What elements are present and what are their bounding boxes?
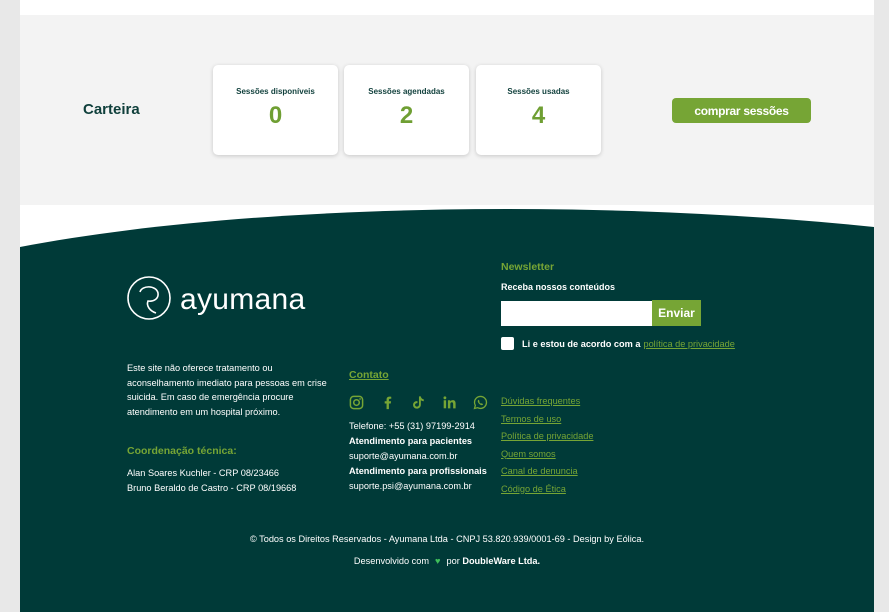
- dev-company[interactable]: DoubleWare Ltda.: [462, 556, 540, 566]
- coord-names: Alan Soares Kuchler - CRP 08/23466 Bruno…: [127, 466, 296, 496]
- footer-links: Dúvidas frequentes Termos de uso Polític…: [501, 393, 593, 498]
- coord-name: Alan Soares Kuchler - CRP 08/23466: [127, 468, 280, 478]
- card-title: Sessões agendadas: [368, 87, 445, 96]
- card-value: 2: [399, 102, 414, 129]
- heart-icon: ♥: [435, 556, 441, 566]
- newsletter-send-button[interactable]: Enviar: [652, 300, 701, 326]
- card-title: Sessões usadas: [507, 87, 570, 96]
- buy-sessions-button[interactable]: comprar sessões: [672, 98, 811, 123]
- link-terms[interactable]: Termos de uso: [501, 411, 593, 429]
- card-value: 4: [531, 102, 546, 129]
- link-report-channel[interactable]: Canal de denuncia: [501, 463, 593, 481]
- footer-logo[interactable]: ayumana: [126, 275, 306, 326]
- card-used-sessions: Sessões usadas 4: [476, 65, 601, 155]
- privacy-policy-link[interactable]: política de privacidade: [643, 339, 734, 349]
- patients-label: Atendimento para pacientes: [349, 436, 473, 446]
- tiktok-icon[interactable]: [411, 395, 426, 410]
- facebook-icon[interactable]: [380, 395, 395, 410]
- whatsapp-icon[interactable]: [473, 395, 488, 410]
- card-scheduled-sessions: Sessões agendadas 2: [344, 65, 469, 155]
- contact-lines: Telefone: +55 (31) 97199-2914 Atendiment…: [349, 419, 487, 494]
- link-ethics-code[interactable]: Código de Ética: [501, 481, 593, 499]
- newsletter-title: Newsletter: [501, 261, 555, 273]
- disclaimer-text: Este site não oferece tratamento ou acon…: [127, 363, 327, 417]
- coord-title: Coordenação técnica:: [127, 445, 237, 457]
- dev-prefix: Desenvolvido com: [353, 556, 429, 566]
- linkedin-icon[interactable]: [442, 395, 457, 410]
- consent-text: Li e estou de acordo com a: [522, 338, 641, 349]
- coord-name: Bruno Beraldo de Castro - CRP 08/19668: [127, 483, 297, 493]
- consent-checkbox[interactable]: [501, 337, 514, 350]
- developed-by: Desenvolvido com ♥ por DoubleWare Ltda.: [20, 556, 874, 566]
- professionals-email[interactable]: suporte.psi@ayumana.com.br: [349, 479, 487, 494]
- contact-title[interactable]: Contato: [349, 369, 389, 381]
- patients-email[interactable]: suporte@ayumana.com.br: [349, 449, 487, 464]
- card-value: 0: [268, 102, 283, 129]
- newsletter-subtitle: Receba nossos conteúdos: [501, 282, 616, 292]
- wallet-label: Carteira: [83, 101, 140, 118]
- link-privacy[interactable]: Política de privacidade: [501, 428, 593, 446]
- instagram-icon[interactable]: [349, 395, 364, 410]
- newsletter-email-input[interactable]: [501, 301, 652, 326]
- page: Carteira Sessões disponíveis 0 Sessões a…: [20, 0, 874, 612]
- consent-row: Li e estou de acordo com a política de p…: [501, 337, 735, 350]
- card-available-sessions: Sessões disponíveis 0: [213, 65, 338, 155]
- social-icons: [349, 395, 488, 410]
- logo-text: ayumana: [180, 283, 306, 316]
- contact-phone[interactable]: Telefone: +55 (31) 97199-2914: [349, 419, 487, 434]
- copyright-text: © Todos os Direitos Reservados - Ayumana…: [249, 534, 645, 544]
- link-faq[interactable]: Dúvidas frequentes: [501, 393, 593, 411]
- top-strip: [20, 0, 874, 15]
- card-title: Sessões disponíveis: [236, 87, 315, 96]
- dev-by: por: [446, 556, 460, 566]
- professionals-label: Atendimento para profissionais: [349, 466, 487, 476]
- speech-bubble-icon: [126, 275, 172, 326]
- link-about[interactable]: Quem somos: [501, 446, 593, 464]
